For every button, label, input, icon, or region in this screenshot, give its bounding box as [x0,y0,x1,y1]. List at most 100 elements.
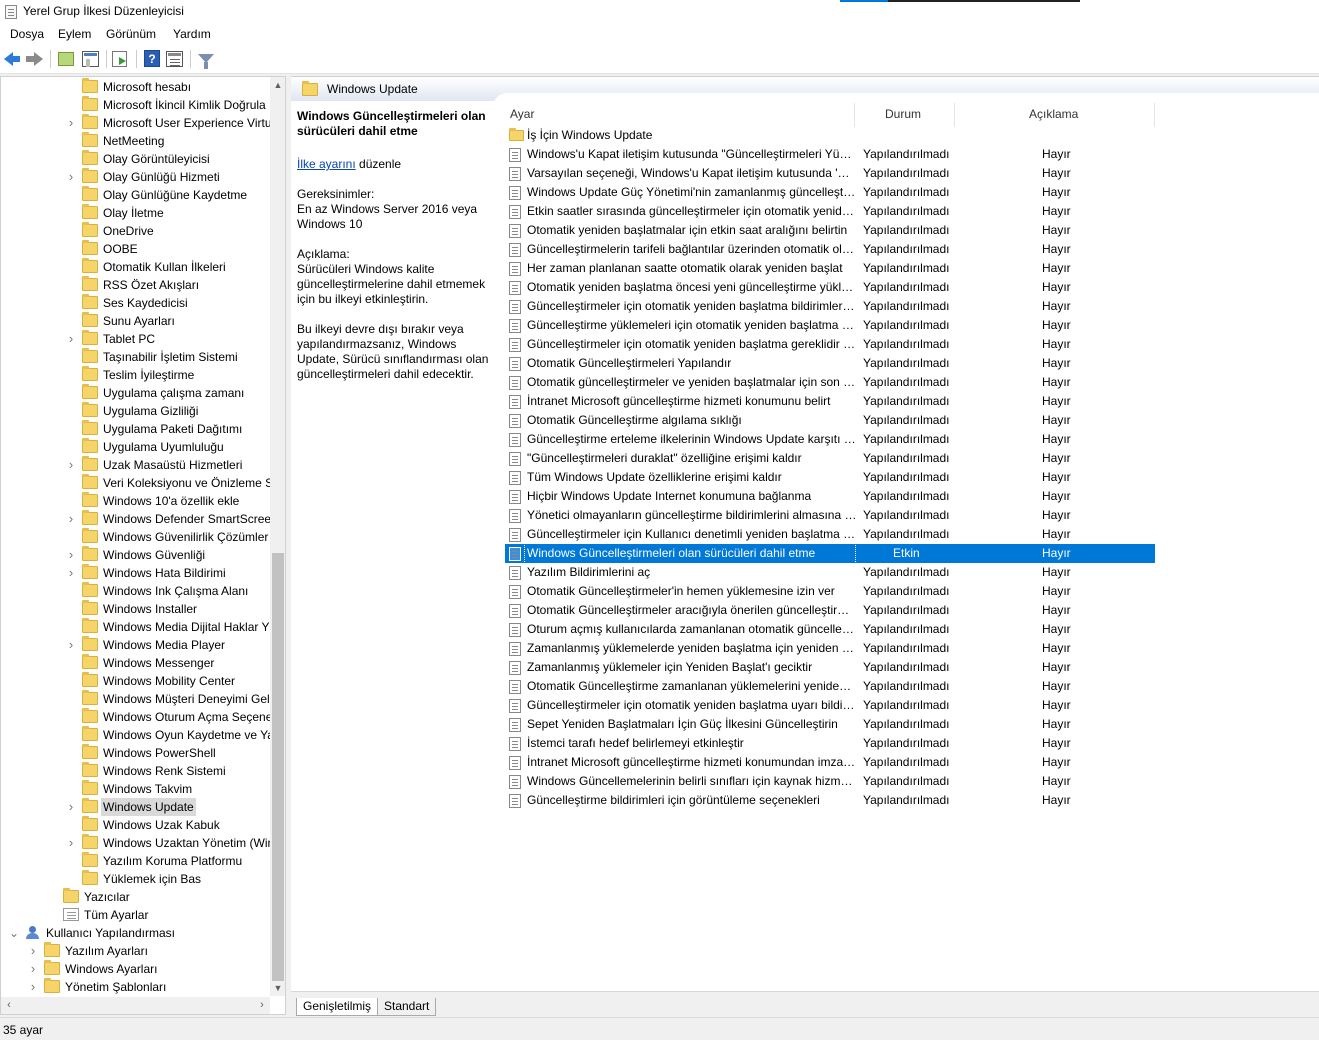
help-icon[interactable]: ? [144,50,160,67]
tree-item[interactable]: Ses Kaydedicisi [1,294,269,312]
tree-item[interactable]: › Windows Uzaktan Yönetim (Win [1,834,274,852]
policy-row[interactable]: Otomatik Güncelleştirmeleri Yapılandır Ya… [505,354,1155,373]
policy-row[interactable]: İntranet Microsoft güncelleştirme hizmet… [505,392,1155,411]
policy-row[interactable]: Yazılım Bildirimlerini aç Yapılandırılmad… [505,563,1155,582]
expand-chevron-icon[interactable]: › [66,330,76,348]
tree-item[interactable]: › Tablet PC [1,330,269,348]
tree-item[interactable]: Otomatik Kullan İlkeleri [1,258,269,276]
column-separator[interactable] [954,103,955,127]
edit-policy-link[interactable]: İlke ayarını [297,157,356,171]
tree-item[interactable]: Tüm Ayarlar [1,906,269,924]
export-list-icon[interactable] [112,51,127,67]
tree-item[interactable]: Uygulama çalışma zamanı [1,384,269,402]
policy-row[interactable]: Hiçbir Windows Update Internet konumuna … [505,487,1155,506]
policy-row[interactable]: Etkin saatler sırasında güncelleştirmele… [505,202,1155,221]
expand-chevron-icon[interactable]: › [66,564,76,582]
expand-chevron-icon[interactable]: › [28,960,38,978]
tree-item[interactable]: Sunu Ayarları [1,312,269,330]
scroll-down-arrow-icon[interactable]: ▼ [270,980,285,996]
policy-row[interactable]: Windows Update Güç Yönetimi'nin zamanlan… [505,183,1155,202]
tree-item[interactable]: › Microsoft User Experience Virtu [1,114,272,132]
policy-row[interactable]: Güncelleştirmeler için Kullanıcı denetim… [505,525,1155,544]
expand-chevron-icon[interactable]: › [66,168,76,186]
tree-item[interactable]: Microsoft hesabı [1,78,269,96]
tab-extended[interactable]: Genişletilmiş [296,998,379,1016]
policy-row[interactable]: Güncelleştirme bildirimleri için görüntü… [505,791,1155,810]
policy-row[interactable]: Windows'u Kapat iletişim kutusunda "Günc… [505,145,1155,164]
tree-item[interactable]: Yazıcılar [1,888,269,906]
forward-arrow-icon[interactable] [26,50,44,68]
expand-chevron-icon[interactable]: › [28,978,38,996]
tree-item[interactable]: Olay Günlüğüne Kaydetme [1,186,269,204]
tree-vertical-scrollbar[interactable]: ▲ ▼ [270,77,285,996]
tree-item[interactable]: Windows Installer [1,600,269,618]
policy-row[interactable]: Tüm Windows Update özelliklerine erişimi… [505,468,1155,487]
menu-view[interactable]: Görünüm [106,27,156,41]
show-hide-console-tree-icon[interactable] [82,51,99,67]
scroll-thumb[interactable] [272,553,284,981]
tree-item[interactable]: Windows Ink Çalışma Alanı [1,582,269,600]
up-folder-icon[interactable] [58,52,74,66]
tree-item[interactable]: NetMeeting [1,132,269,150]
policy-row[interactable]: İstemci tarafı hedef belirlemeyi etkinle… [505,734,1155,753]
policy-row[interactable]: Windows Güncelleştirmeleri olan sürücüle… [505,543,1155,564]
collapse-chevron-icon[interactable]: ⌄ [9,924,19,942]
expand-chevron-icon[interactable]: › [66,114,76,132]
tree-item[interactable]: Olay İletme [1,204,269,222]
tree-item[interactable]: Teslim İyileştirme [1,366,269,384]
policy-row[interactable]: Yönetici olmayanların güncelleştirme bil… [505,506,1155,525]
expand-chevron-icon[interactable]: › [66,546,76,564]
tree-item[interactable]: › Windows Update [1,798,269,816]
tree-item[interactable]: › Uzak Masaüstü Hizmetleri [1,456,269,474]
policy-row[interactable]: Oturum açmış kullanıcılarda zamanlanan o… [505,620,1155,639]
tree-item[interactable]: Windows Renk Sistemi [1,762,269,780]
policy-row[interactable]: Otomatik Güncelleştirme algılama sıklığı… [505,411,1155,430]
policy-row[interactable]: Varsayılan seçeneği, Windows'u Kapat ile… [505,164,1155,183]
policy-row[interactable]: Otomatik Güncelleştirmeler'in hemen yükl… [505,582,1155,601]
policy-row[interactable]: Güncelleştirme yüklemeleri için otomatik… [505,316,1155,335]
tab-standard[interactable]: Standart [377,998,437,1016]
tree-item[interactable]: Yazılım Koruma Platformu [1,852,269,870]
tree-item[interactable]: Yüklemek için Bas [1,870,269,888]
tree-horizontal-scrollbar[interactable]: ‹ › [1,997,270,1014]
tree-item[interactable]: Windows Uzak Kabuk [1,816,269,834]
policy-row[interactable]: Sepet Yeniden Başlatmaları İçin Güç İlke… [505,715,1155,734]
policy-row[interactable]: Güncelleştirmeler için otomatik yeniden … [505,696,1155,715]
column-separator[interactable] [854,103,855,127]
tree-item[interactable]: Windows Güvenilirlik Çözümler [1,528,269,546]
tree-item[interactable]: Windows Messenger [1,654,269,672]
menu-help[interactable]: Yardım [173,27,211,41]
expand-chevron-icon[interactable]: › [66,510,76,528]
policy-row[interactable]: Güncelleştirmelerin tarifeli bağlantılar… [505,240,1155,259]
tree-item[interactable]: › Windows Hata Bildirimi [1,564,269,582]
back-arrow-icon[interactable] [4,50,22,68]
expand-chevron-icon[interactable]: › [28,942,38,960]
column-separator[interactable] [1154,103,1155,127]
menu-file[interactable]: Dosya [10,27,44,41]
tree-item[interactable]: Veri Koleksiyonu ve Önizleme Sü [1,474,280,492]
policy-row[interactable]: Otomatik güncelleştirmeler ve yeniden ba… [505,373,1155,392]
policy-row[interactable]: Güncelleştirmeler için otomatik yeniden … [505,297,1155,316]
policy-row[interactable]: Otomatik yeniden başlatma öncesi yeni gü… [505,278,1155,297]
tree-item[interactable]: Olay Görüntüleyicisi [1,150,269,168]
tree-item[interactable]: Windows Oturum Açma Seçene [1,708,272,726]
scroll-up-arrow-icon[interactable]: ▲ [270,77,285,93]
tree-item[interactable]: Windows Oyun Kaydetme ve Ya [1,726,274,744]
column-header-state[interactable]: Durum [885,107,921,121]
tree-item[interactable]: Uygulama Uyumluluğu [1,438,269,456]
policy-row[interactable]: Zamanlanmış yüklemelerde yeniden başlatm… [505,639,1155,658]
policy-row[interactable]: İntranet Microsoft güncelleştirme hizmet… [505,753,1155,772]
tree-item[interactable]: › Olay Günlüğü Hizmeti [1,168,269,186]
list-folder-row[interactable]: İş İçin Windows Update [505,126,1155,145]
tree-item[interactable]: Windows Takvim [1,780,269,798]
tree-item[interactable]: OneDrive [1,222,269,240]
expand-chevron-icon[interactable]: › [66,798,76,816]
column-header-setting[interactable]: Ayar [510,107,534,121]
tree-item[interactable]: RSS Özet Akışları [1,276,269,294]
tree-item[interactable]: OOBE [1,240,269,258]
policy-row[interactable]: Windows Güncellemelerinin belirli sınıfl… [505,772,1155,791]
policy-row[interactable]: Güncelleştirmeler için otomatik yeniden … [505,335,1155,354]
column-header-comment[interactable]: Açıklama [1029,107,1078,121]
tree-item[interactable]: › Windows Media Player [1,636,269,654]
tree-item[interactable]: › Windows Ayarları [1,960,269,978]
